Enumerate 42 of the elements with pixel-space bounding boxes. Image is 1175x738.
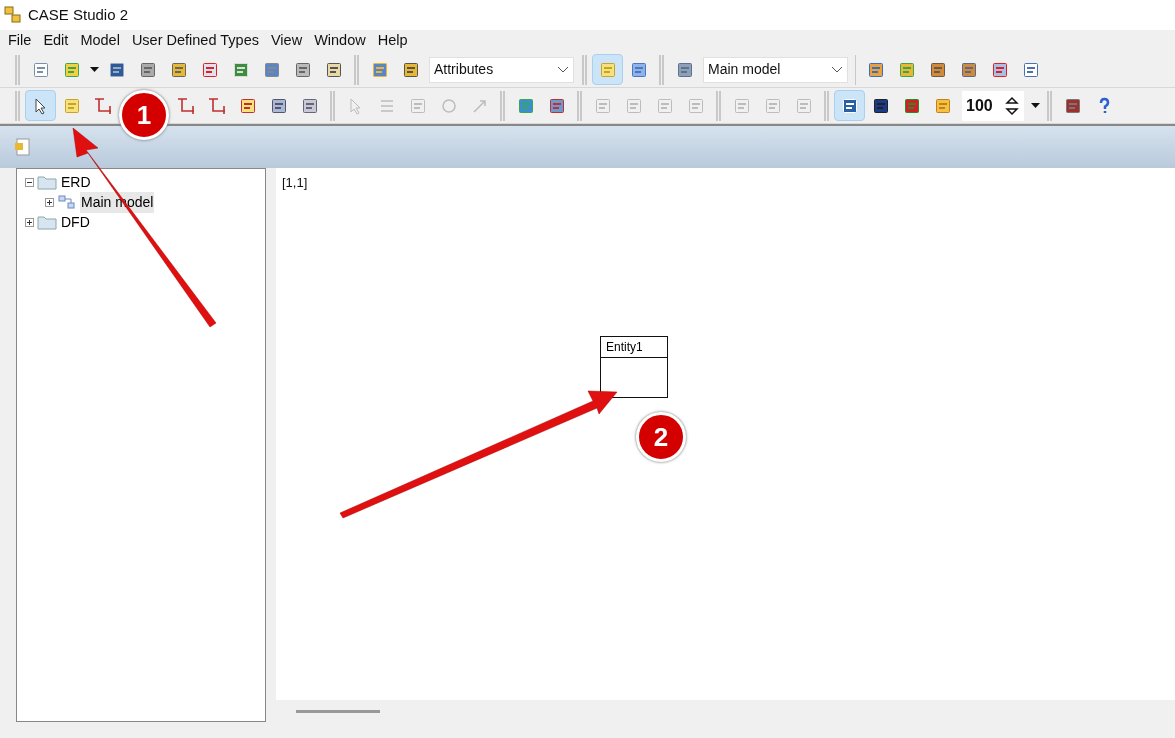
menu-item[interactable]: User Defined Types xyxy=(125,30,265,52)
menu-item[interactable]: File xyxy=(2,30,38,52)
model-icon xyxy=(57,194,77,210)
toolbar-grip[interactable] xyxy=(500,90,505,121)
caret-icon xyxy=(1030,103,1040,108)
circle-icon xyxy=(439,96,458,115)
menu-item[interactable]: Help xyxy=(371,30,414,52)
tree-item[interactable]: DFD xyxy=(60,211,91,233)
entity-box[interactable]: Entity1 xyxy=(600,336,668,398)
menu-item[interactable]: Edit xyxy=(37,30,75,52)
chevron-icon xyxy=(557,66,569,73)
toolbar-grip[interactable] xyxy=(577,90,582,121)
tree-item[interactable]: ERD xyxy=(60,171,92,193)
toolbar-grip[interactable] xyxy=(582,54,587,85)
page-icon xyxy=(31,60,50,79)
spin-arrows-icon xyxy=(1004,95,1020,116)
menu-item[interactable]: Model xyxy=(74,30,126,52)
menu-item[interactable]: Window xyxy=(308,30,372,52)
document-icon xyxy=(14,138,32,156)
scrollbar-thumb[interactable] xyxy=(296,709,380,713)
toolbar-grip[interactable] xyxy=(716,90,721,121)
zoom-spin-field[interactable]: 100 xyxy=(962,90,1024,121)
toolbar-grip[interactable] xyxy=(15,90,20,121)
app-logo-icon xyxy=(4,6,22,24)
cursor-position: [1,1] xyxy=(282,174,308,192)
expander-box[interactable] xyxy=(25,217,34,227)
toolbar-grip[interactable] xyxy=(824,90,829,121)
window-title: CASE Studio 2 xyxy=(28,4,129,25)
toolbar-grip[interactable] xyxy=(15,54,20,85)
expander-box[interactable] xyxy=(45,197,54,207)
dropdown-field[interactable]: Main model xyxy=(703,56,848,83)
toolbar-grip[interactable] xyxy=(659,54,664,85)
toolbar-grip[interactable] xyxy=(354,54,359,85)
toolbar-button[interactable] xyxy=(834,90,865,121)
toolbar-grip[interactable] xyxy=(1047,90,1052,121)
chevron-icon xyxy=(831,66,843,73)
caret-icon xyxy=(89,67,99,72)
toolbar-grip[interactable] xyxy=(330,90,335,121)
dropdown-field[interactable]: Attributes xyxy=(429,56,574,83)
menu-item[interactable]: View xyxy=(264,30,309,52)
entity-name: Entity1 xyxy=(601,337,667,358)
expander-box[interactable] xyxy=(25,177,34,187)
